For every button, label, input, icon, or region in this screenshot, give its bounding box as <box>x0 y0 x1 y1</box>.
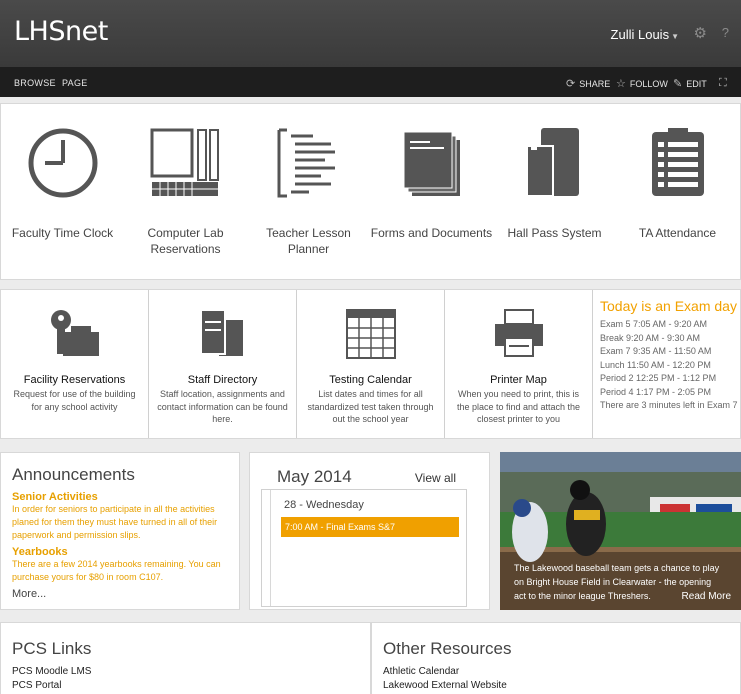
tile-faculty-time-clock[interactable]: Faculty Time Clock <box>1 104 124 279</box>
site-title[interactable]: LHSnet <box>14 16 108 47</box>
tile-computer-lab[interactable]: Computer Lab Reservations <box>124 104 247 279</box>
tile-label: Teacher Lesson Planner <box>266 226 351 256</box>
announcement-title[interactable]: Senior Activities <box>12 491 239 503</box>
exam-line: Exam 7 9:35 AM - 11:50 AM <box>600 346 712 356</box>
tab-browse[interactable]: BROWSE <box>14 78 56 88</box>
ribbon-bar: BROWSE PAGE ⟳ SHARE ☆ FOLLOW ✎ EDIT ⛶ <box>0 67 741 97</box>
tab-page[interactable]: PAGE <box>62 78 88 88</box>
exam-line: Exam 5 7:05 AM - 9:20 AM <box>600 319 708 329</box>
calendar-grid-icon <box>346 309 396 359</box>
feature-printer-map[interactable]: Printer Map When you need to print, this… <box>445 290 593 438</box>
pcs-links-panel: PCS Links PCS Moodle LMS PCS Portal <box>0 622 371 694</box>
feature-title: Staff Directory <box>187 374 258 386</box>
feature-title: Printer Map <box>490 374 547 386</box>
feature-title: Facility Reservations <box>23 374 126 386</box>
tile-lesson-planner[interactable]: Teacher Lesson Planner <box>247 104 370 279</box>
gear-icon[interactable]: ⚙ <box>694 24 707 42</box>
tile-label: Hall Pass System <box>507 226 602 240</box>
fullscreen-icon: ⛶ <box>719 77 727 89</box>
feature-desc: Staff location, assignments and contact … <box>157 389 288 424</box>
exam-line: Period 2 12:25 PM - 1:12 PM <box>600 373 717 383</box>
pcs-links-heading: PCS Links <box>12 639 92 658</box>
exam-line: Break 9:20 AM - 9:30 AM <box>600 332 701 343</box>
help-icon[interactable]: ? <box>722 25 729 40</box>
features-panel: Facility Reservations Request for use of… <box>0 289 741 439</box>
more-link[interactable]: More... <box>12 588 239 600</box>
read-more-link[interactable]: Read More <box>682 591 731 602</box>
announcement-title[interactable]: Yearbooks <box>12 546 239 558</box>
documents-icon <box>403 131 460 196</box>
exam-line: There are 3 minutes left in Exam 7 <box>600 400 738 410</box>
feature-testing-calendar[interactable]: Testing Calendar List dates and times fo… <box>297 290 445 438</box>
exam-heading: Today is an Exam day <box>600 298 737 314</box>
exam-day-box: Today is an Exam day Exam 5 7:05 AM - 9:… <box>593 290 741 438</box>
chevron-down-icon: ▼ <box>671 32 679 41</box>
lesson-planner-icon <box>277 128 335 198</box>
follow-label: FOLLOW <box>629 78 668 89</box>
news-photo-panel[interactable]: The Lakewood baseball team gets a chance… <box>500 452 741 610</box>
pencil-icon: ✎ <box>673 78 683 90</box>
exam-line: Lunch 11:50 AM - 12:20 PM <box>600 359 711 370</box>
share-icon: ⟳ <box>566 78 576 90</box>
other-resources-heading: Other Resources <box>383 639 512 658</box>
tile-ta-attendance[interactable]: TA Attendance <box>616 104 739 279</box>
exam-line: Period 4 1:17 PM - 2:05 PM <box>600 386 712 397</box>
share-button[interactable]: ⟳ SHARE <box>566 77 610 90</box>
clock-icon <box>28 128 98 198</box>
tile-hall-pass[interactable]: Hall Pass System <box>493 104 616 279</box>
feature-desc: List dates and times for all standardize… <box>307 389 434 424</box>
edit-button[interactable]: ✎ EDIT <box>673 77 707 90</box>
tile-label: Forms and Documents <box>370 226 493 240</box>
tile-forms-documents[interactable]: Forms and Documents <box>370 104 493 279</box>
link-item[interactable]: Athletic Calendar <box>383 665 740 679</box>
feature-desc: When you need to print, this is the plac… <box>456 389 581 424</box>
announcement-text: In order for seniors to participate in a… <box>12 504 218 540</box>
directory-icon <box>200 309 243 356</box>
feature-title: Testing Calendar <box>329 374 412 386</box>
link-item[interactable]: Lakewood External Website <box>383 679 740 693</box>
link-item[interactable]: PCS Moodle LMS <box>12 665 370 679</box>
user-name: Zulli Louis <box>610 27 670 42</box>
suite-header: LHSnet Zulli Louis ▼ ⚙ ? <box>0 0 741 67</box>
calendar-panel: May 2014 View all 28 - Wednesday 7:00 AM… <box>249 452 490 610</box>
edit-label: EDIT <box>686 78 707 89</box>
share-label: SHARE <box>579 78 611 89</box>
follow-button[interactable]: ☆ FOLLOW <box>616 77 668 90</box>
calendar-month: May 2014 <box>277 467 352 486</box>
key-building-icon <box>51 310 99 356</box>
other-resources-panel: Other Resources Athletic Calendar Lakewo… <box>371 622 741 694</box>
tile-label: Faculty Time Clock <box>11 226 114 240</box>
feature-desc: Request for use of the building for any … <box>13 389 136 412</box>
user-menu[interactable]: Zulli Louis ▼ <box>611 27 679 42</box>
announcements-heading: Announcements <box>12 465 135 484</box>
fullscreen-button[interactable]: ⛶ <box>719 77 727 90</box>
calendar-day: 28 - Wednesday <box>284 499 364 511</box>
printer-icon <box>495 309 543 357</box>
link-item[interactable]: PCS Portal <box>12 679 370 693</box>
announcement-text: There are a few 2014 yearbooks remaining… <box>12 559 221 582</box>
feature-staff-directory[interactable]: Staff Directory Staff location, assignme… <box>149 290 297 438</box>
divider <box>270 490 271 606</box>
tile-label: Computer Lab Reservations <box>147 226 224 256</box>
attendance-icon <box>652 128 704 196</box>
view-all-link[interactable]: View all <box>415 471 456 485</box>
computer-lab-icon <box>150 128 219 196</box>
hall-pass-icon <box>526 128 579 197</box>
announcements-panel: Announcements Senior Activities In order… <box>0 452 240 610</box>
quick-links-panel: Faculty Time Clock Computer Lab Reservat… <box>0 103 741 280</box>
star-icon: ☆ <box>616 78 626 90</box>
tile-label: TA Attendance <box>638 226 717 240</box>
calendar-event[interactable]: 7:00 AM - Final Exams S&7 <box>281 517 459 537</box>
feature-facility-reservations[interactable]: Facility Reservations Request for use of… <box>1 290 149 438</box>
